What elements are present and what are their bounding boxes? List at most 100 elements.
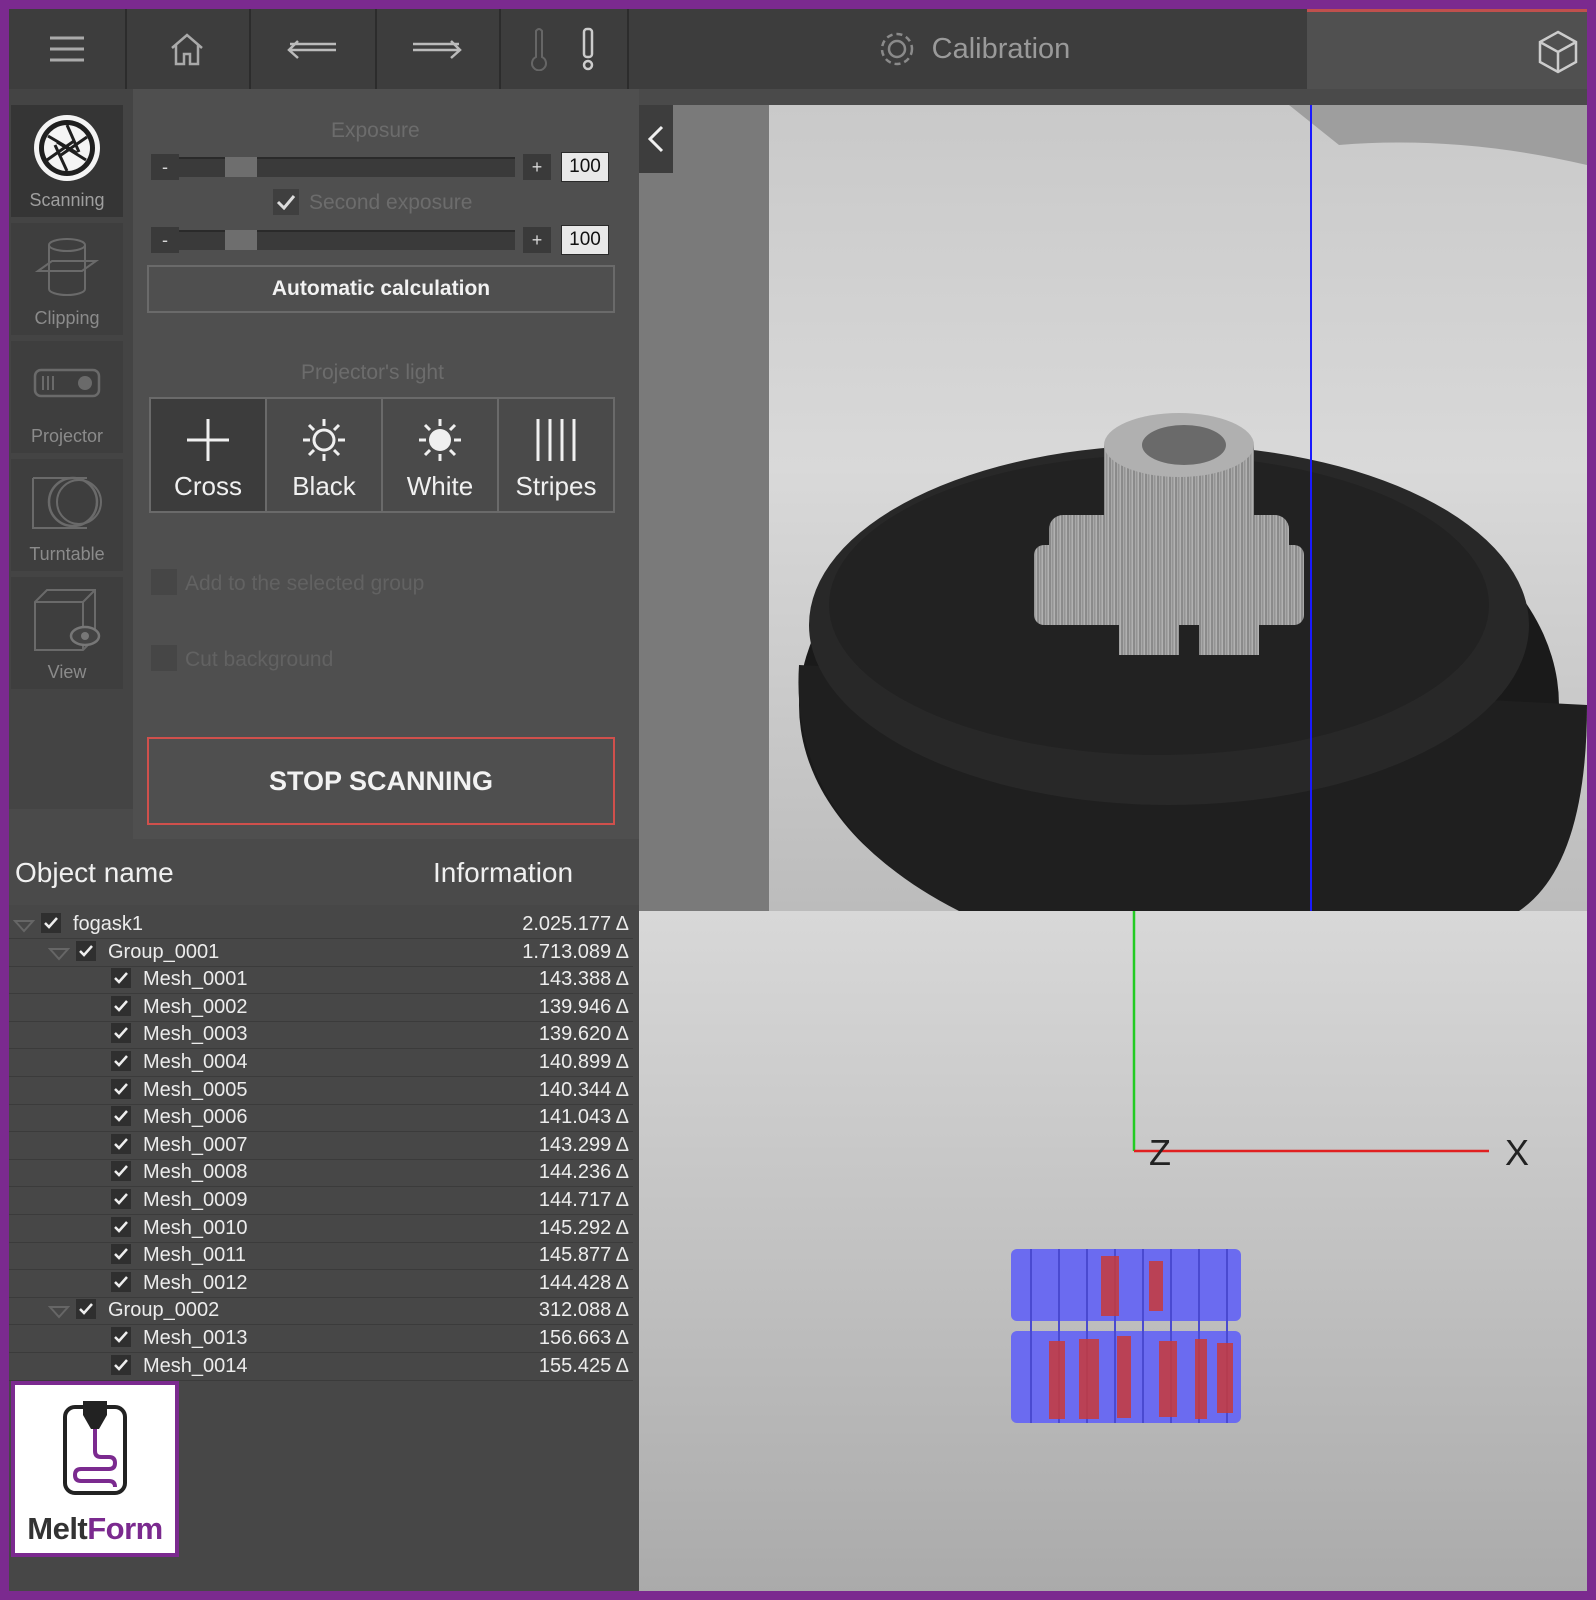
automatic-calculation-button[interactable]: Automatic calculation [147,265,615,313]
tree-row-group[interactable]: Group_0002 312.088 Δ [9,1297,633,1326]
light-black-button[interactable]: Black [267,399,383,511]
stop-scanning-button[interactable]: STOP SCANNING [147,737,615,825]
tree-row-checkbox[interactable] [111,1354,131,1375]
checkmark-icon [114,1248,128,1261]
checkmark-icon [114,1331,128,1343]
second-exposure-checkbox[interactable] [273,189,299,215]
second-exposure-value-field[interactable]: 100 [561,225,609,255]
tree-row-mesh[interactable]: Mesh_0006 141.043 Δ [9,1104,633,1133]
tree-row-mesh[interactable]: Mesh_0002 139.946 Δ [9,994,633,1022]
3d-viewport[interactable]: Z X [639,911,1587,1591]
mode-sidebar: Scanning Clipping Projector Turntable Vi… [9,89,133,809]
tree-row-mesh[interactable]: Mesh_0005 140.344 Δ [9,1077,633,1105]
tree-row-name: Mesh_0006 [143,1106,248,1129]
cube-icon [1538,30,1578,74]
tree-row-info: 145.877 Δ [538,1244,629,1267]
tree-row-checkbox[interactable] [111,1271,131,1292]
exposure-value-field[interactable]: 100 [561,152,609,182]
second-exposure-plus-button[interactable]: + [523,227,551,253]
tree-row-checkbox[interactable] [41,913,61,933]
tree-row-name: Mesh_0014 [143,1354,248,1377]
view-3d-tab[interactable] [1307,9,1587,89]
checkmark-icon [114,1275,128,1288]
app-window: Calibration Scanning Clipping Projector … [0,0,1596,1600]
home-button[interactable] [125,9,251,89]
tree-row-info: 144.236 Δ [538,1161,629,1184]
light-stripes-button[interactable]: Stripes [499,399,613,511]
exposure-slider-handle[interactable] [224,157,257,177]
calibration-title[interactable]: Calibration [639,9,1307,89]
exposure-plus-button[interactable]: + [523,154,551,180]
second-exposure-slider-handle[interactable] [224,230,257,250]
light-cross-button[interactable]: Cross [151,399,267,511]
tree-row-checkbox[interactable] [76,1299,96,1320]
tree-row-root[interactable]: fogask1 2.025.177 Δ [9,911,633,939]
cross-icon [187,418,229,461]
tree-row-checkbox[interactable] [111,968,131,989]
warning-icon [582,27,593,71]
tree-row-mesh[interactable]: Mesh_0011 145.877 Δ [9,1242,633,1271]
sidebar-item-view[interactable]: View [11,577,123,689]
collapse-panel-button[interactable] [639,105,673,173]
tree-row-checkbox[interactable] [111,1327,131,1347]
tree-row-name: Group_0002 [108,1299,220,1322]
add-to-group-checkbox[interactable] [151,569,177,595]
expand-triangle-icon[interactable] [12,916,36,939]
sidebar-item-clipping[interactable]: Clipping [11,223,123,335]
tree-row-mesh[interactable]: Mesh_0014 155.425 Δ [9,1353,633,1381]
tree-row-checkbox[interactable] [111,1189,131,1209]
tree-row-checkbox[interactable] [111,1216,131,1237]
sidebar-item-scanning[interactable]: Scanning [11,105,123,217]
exposure-slider[interactable] [179,157,515,177]
redo-button[interactable] [375,9,501,89]
view-icon [34,588,101,651]
undo-button[interactable] [249,9,377,89]
light-white-button[interactable]: White [383,399,499,511]
calibration-label: Calibration [931,32,1071,65]
column-object-name[interactable]: Object name [15,857,174,889]
expand-triangle-icon[interactable] [47,944,71,967]
checkmark-icon [114,1137,128,1150]
checkmark-icon [79,1303,93,1316]
tree-row-checkbox[interactable] [111,1051,131,1071]
tree-row-checkbox[interactable] [76,940,96,961]
printer-nozzle-logo-icon [63,1401,127,1495]
tree-row-checkbox[interactable] [111,1023,131,1044]
menu-button[interactable] [9,9,127,89]
tree-row-checkbox[interactable] [111,1244,131,1265]
tree-row-name: Mesh_0004 [143,1051,248,1073]
tree-row-checkbox[interactable] [111,1133,131,1154]
sidebar-item-turntable[interactable]: Turntable [11,459,123,571]
tree-row-checkbox[interactable] [111,995,131,1016]
camera-preview[interactable] [639,105,1587,911]
tree-row-mesh[interactable]: Mesh_0008 144.236 Δ [9,1159,633,1188]
tree-row-mesh[interactable]: Mesh_0004 140.899 Δ [9,1049,633,1077]
tree-row-info: 141.043 Δ [538,1106,629,1129]
expand-triangle-icon[interactable] [47,1302,71,1325]
tree-row-mesh[interactable]: Mesh_0001 143.388 Δ [9,966,633,995]
tree-row-checkbox[interactable] [111,1161,131,1182]
exposure-label: Exposure [331,119,420,142]
tree-row-checkbox[interactable] [111,1078,131,1099]
checkmark-icon [114,1027,128,1040]
tree-row-checkbox[interactable] [111,1106,131,1127]
cut-background-checkbox[interactable] [151,645,177,671]
tree-row-name: Mesh_0008 [143,1161,248,1184]
tree-row-mesh[interactable]: Mesh_0009 144.717 Δ [9,1187,633,1215]
exposure-minus-button[interactable]: - [151,154,179,180]
second-exposure-slider[interactable] [179,230,515,250]
tree-row-mesh[interactable]: Mesh_0010 145.292 Δ [9,1215,633,1243]
tree-row-info: 312.088 Δ [538,1299,629,1322]
tree-row-info: 156.663 Δ [538,1327,629,1349]
second-exposure-minus-button[interactable]: - [151,227,179,253]
tree-row-mesh[interactable]: Mesh_0013 156.663 Δ [9,1325,633,1353]
tree-row-mesh[interactable]: Mesh_0003 139.620 Δ [9,1021,633,1050]
home-icon [171,33,203,66]
tree-row-mesh[interactable]: Mesh_0012 144.428 Δ [9,1270,633,1298]
tree-row-mesh[interactable]: Mesh_0007 143.299 Δ [9,1132,633,1160]
sidebar-item-projector[interactable]: Projector [11,341,123,453]
column-information[interactable]: Information [433,857,573,889]
tree-row-name: Mesh_0013 [143,1327,248,1349]
tree-row-info: 140.344 Δ [538,1078,629,1101]
tree-row-group[interactable]: Group_0001 1.713.089 Δ [9,939,633,967]
